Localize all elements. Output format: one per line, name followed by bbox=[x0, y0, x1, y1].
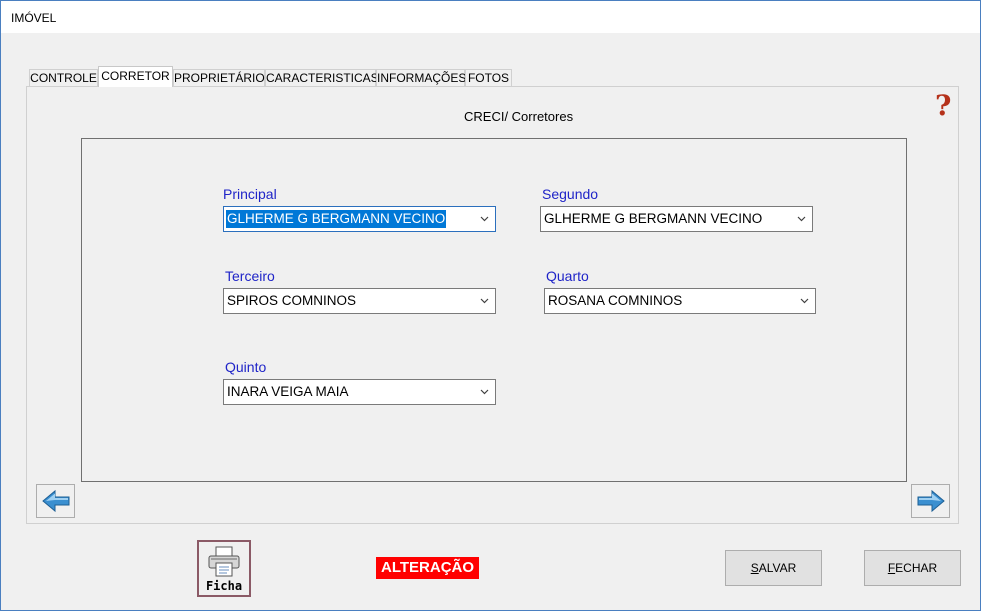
status-badge: ALTERAÇÃO bbox=[376, 557, 480, 579]
app-window: IMÓVEL CONTROLE CORRETOR PROPRIETÁRIO CA… bbox=[0, 0, 981, 611]
segundo-combobox[interactable]: GLHERME G BERGMANN VECINO bbox=[540, 206, 813, 232]
chevron-down-icon[interactable] bbox=[793, 209, 810, 229]
segundo-label: Segundo bbox=[542, 186, 599, 202]
quinto-value: INARA VEIGA MAIA bbox=[227, 384, 349, 399]
close-label: ECHAR bbox=[895, 561, 938, 575]
quarto-label: Quarto bbox=[546, 268, 589, 284]
window-title: IMÓVEL bbox=[11, 11, 57, 25]
tab-caracteristicas[interactable]: CARACTERISTICAS bbox=[265, 69, 379, 86]
quinto-combobox[interactable]: INARA VEIGA MAIA bbox=[223, 379, 496, 405]
principal-combobox[interactable]: GLHERME G BERGMANN VECINO bbox=[223, 206, 496, 232]
next-button[interactable] bbox=[911, 484, 950, 518]
previous-button[interactable] bbox=[36, 484, 75, 518]
terceiro-combobox[interactable]: SPIROS COMNINOS bbox=[223, 288, 496, 314]
title-bar: IMÓVEL bbox=[1, 1, 980, 33]
principal-value: GLHERME G BERGMANN VECINO bbox=[226, 210, 447, 228]
ficha-label: Ficha bbox=[205, 579, 243, 593]
tab-fotos[interactable]: FOTOS bbox=[465, 69, 512, 86]
chevron-down-icon[interactable] bbox=[796, 291, 813, 311]
tab-informacoes[interactable]: INFORMAÇÕES bbox=[376, 69, 466, 86]
tab-controle[interactable]: CONTROLE bbox=[29, 69, 98, 86]
printer-icon bbox=[208, 546, 240, 577]
principal-label: Principal bbox=[223, 186, 277, 202]
chevron-down-icon[interactable] bbox=[476, 382, 493, 402]
terceiro-label: Terceiro bbox=[225, 268, 275, 284]
quinto-label: Quinto bbox=[225, 359, 267, 375]
quarto-combobox[interactable]: ROSANA COMNINOS bbox=[544, 288, 816, 314]
arrow-right-icon bbox=[917, 489, 945, 513]
save-access-key: S bbox=[750, 561, 759, 575]
terceiro-value: SPIROS COMNINOS bbox=[227, 293, 357, 308]
segundo-value: GLHERME G BERGMANN VECINO bbox=[544, 211, 763, 226]
question-mark-icon[interactable]: ? bbox=[935, 89, 951, 122]
ficha-print-button[interactable]: Ficha bbox=[197, 540, 251, 597]
chevron-down-icon[interactable] bbox=[476, 209, 493, 229]
save-button[interactable]: SALVAR bbox=[725, 550, 822, 586]
tab-corretor[interactable]: CORRETOR bbox=[98, 66, 173, 87]
arrow-left-icon bbox=[42, 489, 70, 513]
save-label: ALVAR bbox=[758, 561, 797, 575]
close-button[interactable]: FECHAR bbox=[864, 550, 961, 586]
panel-title: CRECI/ Corretores bbox=[464, 109, 574, 124]
chevron-down-icon[interactable] bbox=[476, 291, 493, 311]
tab-proprietario[interactable]: PROPRIETÁRIO bbox=[173, 69, 265, 86]
quarto-value: ROSANA COMNINOS bbox=[548, 293, 683, 308]
